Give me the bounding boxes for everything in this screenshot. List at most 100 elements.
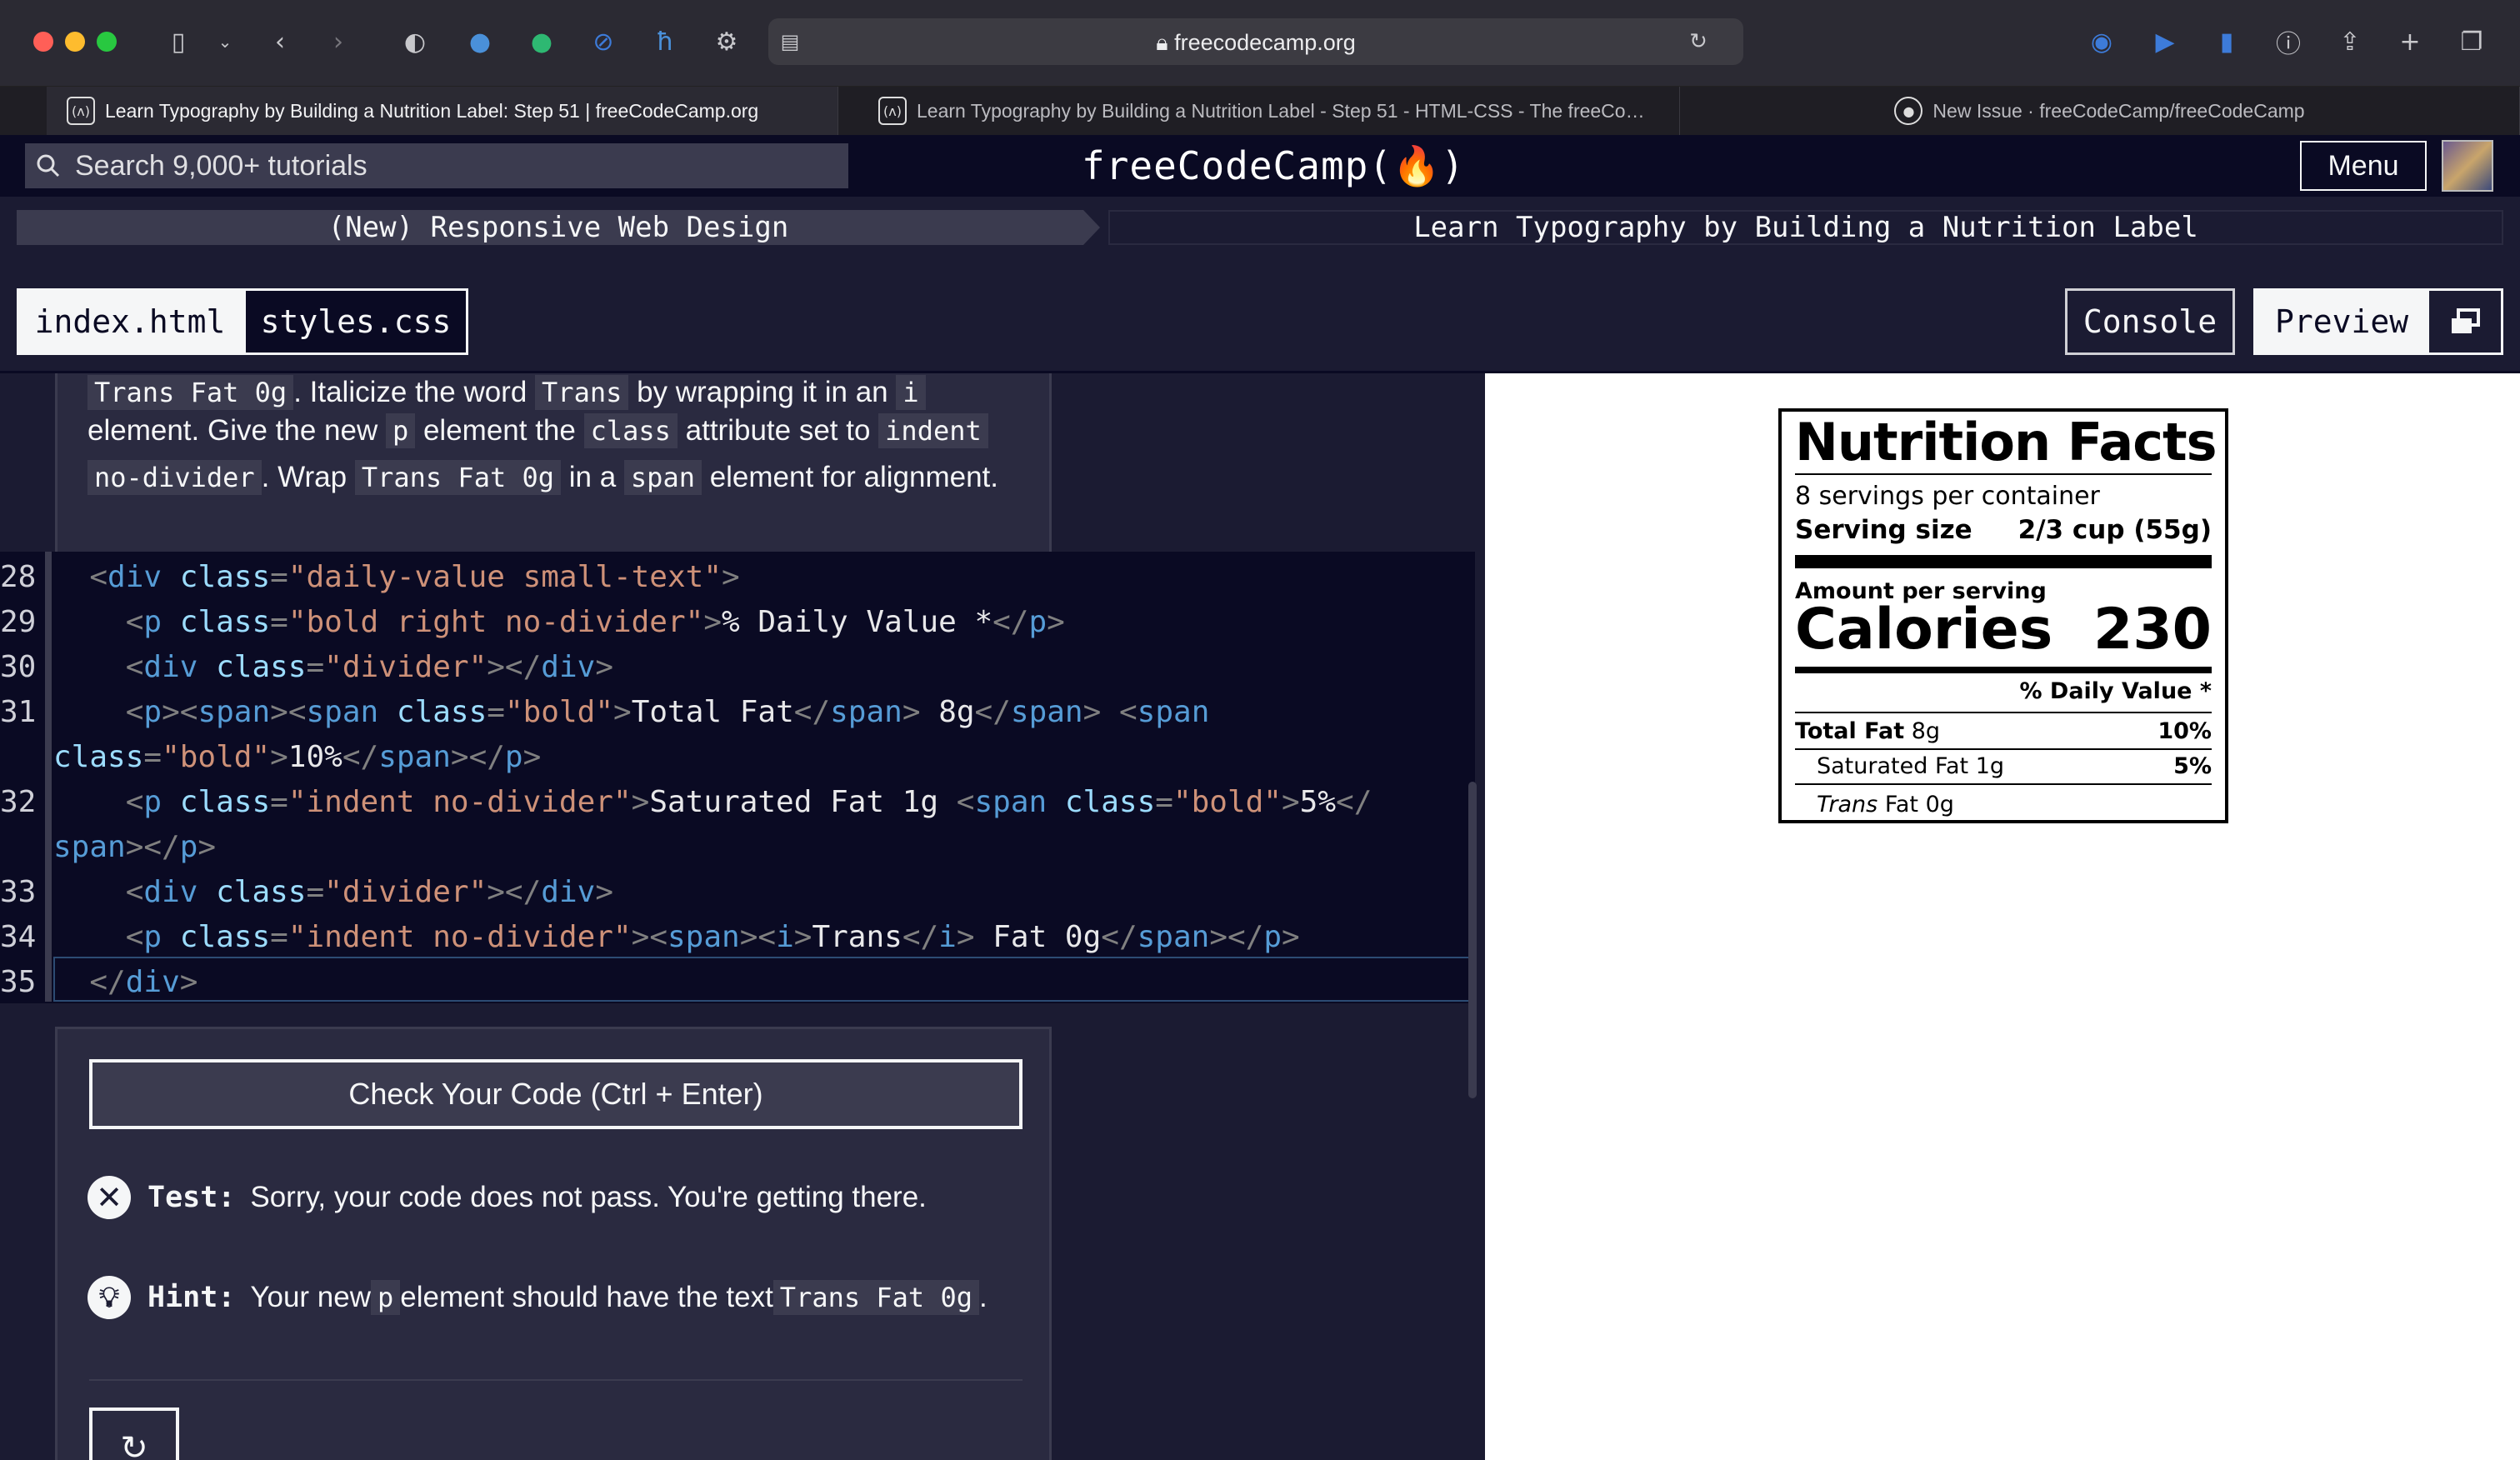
browser-tab[interactable]: ● New Issue · freeCodeCamp/freeCodeCamp xyxy=(1680,87,2520,135)
avatar[interactable] xyxy=(2442,140,2493,192)
editor-toolbar: index.html styles.css Console Preview xyxy=(0,257,2520,373)
code-line: </div> xyxy=(89,965,198,999)
breadcrumb-project[interactable]: Learn Typography by Building a Nutrition… xyxy=(1108,210,2503,245)
reset-icon: ↻ xyxy=(120,1429,148,1460)
saturated-fat-row: Saturated Fat 1g 5% xyxy=(1817,753,2212,779)
share-icon[interactable]: ⇪ xyxy=(2333,23,2367,60)
thick-divider xyxy=(1795,555,2212,568)
minimize-window-button[interactable] xyxy=(65,32,85,52)
editor-scrollbar[interactable] xyxy=(1468,782,1477,1098)
servings-text: 8 servings per container xyxy=(1795,482,2100,511)
nutrition-title: Nutrition Facts xyxy=(1795,412,2218,472)
grammarly-icon[interactable]: ● xyxy=(525,23,558,60)
browser-toolbar: ▯ ⌄ ‹ › ◐ ● ● ⊘ ħ ⚙ ▤ 🔒︎ freecodecamp.or… xyxy=(0,0,2520,87)
breadcrumb: (New) Responsive Web Design Learn Typogr… xyxy=(0,197,2520,257)
site-navbar: freeCodeCamp(🔥) Menu xyxy=(0,135,2520,197)
code-line: <p class="indent no-divider"><span><i>Tr… xyxy=(125,920,1300,954)
forward-icon[interactable]: › xyxy=(322,23,355,60)
new-tab-icon[interactable]: + xyxy=(2393,23,2427,60)
close-window-button[interactable] xyxy=(33,32,53,52)
total-fat-row: Total Fat 8g 10% xyxy=(1795,718,2212,744)
line-number: 31 xyxy=(0,695,37,729)
code-line: <p><span><span class="bold">Total Fat</s… xyxy=(125,695,1210,729)
serving-size-row: Serving size 2/3 cup (55g) xyxy=(1795,515,2212,545)
compass-icon[interactable]: ⊘ xyxy=(587,23,620,60)
sidebar-toggle-icon[interactable]: ▯ xyxy=(162,23,195,60)
tab-title: Learn Typography by Building a Nutrition… xyxy=(105,99,759,122)
line-number: 30 xyxy=(0,650,37,684)
chevron-down-icon[interactable]: ⌄ xyxy=(208,23,242,60)
editor-pane: Trans Fat 0g. Italicize the word Trans b… xyxy=(0,373,1485,1460)
nutrition-label: Nutrition Facts 8 servings per container… xyxy=(1778,408,2228,823)
lock-icon: 🔒︎ xyxy=(1156,30,1168,55)
fail-x-icon: ✕ xyxy=(88,1176,131,1219)
trans-fat-row: Trans Fat 0g xyxy=(1817,792,1954,818)
test-label: Test: xyxy=(148,1181,236,1214)
maximize-window-button[interactable] xyxy=(97,32,117,52)
breadcrumb-course[interactable]: (New) Responsive Web Design xyxy=(17,210,1100,245)
freecodecamp-favicon-icon: (ʌ) xyxy=(67,97,95,125)
tab-bar: (ʌ) Learn Typography by Building a Nutri… xyxy=(0,87,2520,135)
menu-button[interactable]: Menu xyxy=(2300,141,2427,191)
instruction-line: element. Give the new p element the clas… xyxy=(88,413,988,448)
popout-preview-button[interactable] xyxy=(2427,288,2503,355)
console-button[interactable]: Console xyxy=(2065,288,2235,355)
browser-tab[interactable]: (ʌ) Learn Typography by Building a Nutri… xyxy=(858,87,1680,135)
instruction-line: no-divider. Wrap Trans Fat 0g in a span … xyxy=(88,460,998,495)
browser-tab[interactable]: (ʌ) Learn Typography by Building a Nutri… xyxy=(47,87,838,135)
freecodecamp-favicon-icon: (ʌ) xyxy=(878,97,907,125)
bear-extension-icon[interactable]: ● xyxy=(463,23,497,60)
line-number: 35 xyxy=(0,965,37,999)
popout-window-icon xyxy=(2452,308,2480,333)
line-number: 29 xyxy=(0,605,37,639)
hint-result: 💡︎ Hint: Your new p element should have … xyxy=(88,1276,988,1319)
lightbulb-icon: 💡︎ xyxy=(88,1276,131,1319)
tab-title: Learn Typography by Building a Nutrition… xyxy=(917,99,1645,122)
search-icon xyxy=(37,154,60,178)
divider xyxy=(1795,748,2212,750)
tab-styles-css[interactable]: styles.css xyxy=(243,288,468,355)
divider xyxy=(89,1379,1022,1381)
tab-index-html[interactable]: index.html xyxy=(17,288,243,355)
divider xyxy=(1795,712,2212,713)
test-result: ✕ Test: Sorry, your code does not pass. … xyxy=(88,1176,927,1219)
code-line: <p class="indent no-divider">Saturated F… xyxy=(125,785,1372,819)
github-favicon-icon: ● xyxy=(1894,97,1923,125)
reset-button[interactable]: ↻ xyxy=(89,1408,179,1460)
divider xyxy=(1795,783,2212,785)
code-line: class="bold">10%</span></p> xyxy=(53,740,542,774)
calories-row: Calories 230 xyxy=(1795,597,2212,662)
info-icon[interactable]: ⓘ xyxy=(2272,23,2305,60)
code-line: <div class="divider"></div> xyxy=(125,875,613,909)
code-line: <div class="divider"></div> xyxy=(125,650,613,684)
edge-extension-icon[interactable]: ◉ xyxy=(2085,23,2118,60)
address-bar[interactable]: ▤ 🔒︎ freecodecamp.org ↻ xyxy=(768,18,1743,65)
line-number: 28 xyxy=(0,560,37,594)
active-line-highlight xyxy=(53,957,1475,1002)
gear-icon[interactable]: ⚙ xyxy=(710,23,743,60)
test-text: Sorry, your code does not pass. You're g… xyxy=(250,1181,927,1213)
preview-pane: Nutrition Facts 8 servings per container… xyxy=(1485,373,2520,1460)
line-number: 33 xyxy=(0,875,37,909)
code-line: <div class="daily-value small-text"> xyxy=(89,560,740,594)
divider xyxy=(1795,473,2212,475)
tab-overview-icon[interactable]: ❐ xyxy=(2455,23,2488,60)
site-logo[interactable]: freeCodeCamp(🔥) xyxy=(1082,135,1465,197)
play-extension-icon[interactable]: ▶ xyxy=(2148,23,2182,60)
instruction-line: Trans Fat 0g. Italicize the word Trans b… xyxy=(88,375,926,410)
tab-title: New Issue · freeCodeCamp/freeCodeCamp xyxy=(1932,99,2305,122)
daily-value-header: % Daily Value * xyxy=(2019,678,2212,704)
reload-icon[interactable]: ↻ xyxy=(1682,23,1715,60)
check-code-button[interactable]: Check Your Code (Ctrl + Enter) xyxy=(89,1059,1022,1129)
search-input[interactable] xyxy=(75,149,808,182)
back-icon[interactable]: ‹ xyxy=(263,23,297,60)
line-number: 32 xyxy=(0,785,37,819)
code-editor[interactable]: 28 29 30 31 32 33 34 35 <div class="dail… xyxy=(0,552,1475,1003)
shield-icon[interactable]: ◐ xyxy=(398,23,432,60)
code-line: <p class="bold right no-divider">% Daily… xyxy=(125,605,1065,639)
code-line: span></p> xyxy=(53,830,217,864)
honey-icon[interactable]: ħ xyxy=(648,23,682,60)
hint-label: Hint: xyxy=(148,1281,236,1314)
document-extension-icon[interactable]: ▮ xyxy=(2210,23,2243,60)
search-bar[interactable] xyxy=(25,143,848,188)
